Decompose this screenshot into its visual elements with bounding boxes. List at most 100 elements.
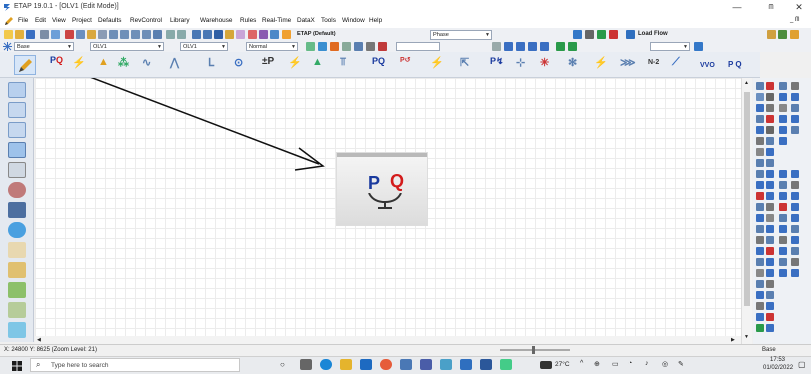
battery-tool-icon[interactable]	[8, 302, 26, 318]
rp-icon-11[interactable]	[766, 137, 774, 145]
rp-icon-40[interactable]	[756, 302, 764, 310]
table-icon[interactable]	[203, 30, 212, 39]
menu-revcontrol[interactable]: RevControl	[130, 17, 162, 24]
rp-icon-23[interactable]	[766, 203, 774, 211]
rp-col2-icon-15[interactable]	[791, 181, 799, 189]
rp-icon-26[interactable]	[756, 225, 764, 233]
save-icon[interactable]	[26, 30, 35, 39]
config-icon[interactable]	[225, 30, 234, 39]
rp-icon-30[interactable]	[756, 247, 764, 255]
rp-arrow-icon[interactable]	[766, 82, 774, 90]
rp-col2-icon-3[interactable]	[779, 93, 787, 101]
rp-col2-icon-5[interactable]	[779, 104, 787, 112]
stroke-icon[interactable]: ⟋	[672, 56, 680, 69]
close-button[interactable]: ✕	[788, 1, 810, 14]
rp-col2-icon-4[interactable]	[791, 93, 799, 101]
undo-icon[interactable]	[166, 30, 175, 39]
rp-icon-22[interactable]	[756, 203, 764, 211]
rp-icon-31[interactable]	[766, 247, 774, 255]
rp-col2-icon-18[interactable]	[779, 203, 787, 211]
word-icon[interactable]	[480, 359, 492, 370]
green-flag-icon[interactable]	[597, 30, 606, 39]
library-icon[interactable]	[259, 30, 268, 39]
contingency-icon[interactable]: ⚡	[594, 56, 608, 69]
rp-icon-36[interactable]	[756, 280, 764, 288]
horizontal-scrollbar[interactable]: ◀ ▶	[35, 336, 741, 344]
toolbar2-icon-a[interactable]	[306, 42, 315, 51]
rp-col2-icon-22[interactable]	[779, 225, 787, 233]
rp-icon-43[interactable]	[766, 313, 774, 321]
rp-col2-icon-31[interactable]	[791, 269, 799, 277]
rp-col2-icon-25[interactable]	[791, 236, 799, 244]
generator-icon[interactable]: ⊙	[234, 56, 243, 69]
panel-tool-icon[interactable]	[8, 242, 26, 258]
rp-col2-icon-27[interactable]	[791, 247, 799, 255]
pq-plus-icon[interactable]: ±P	[262, 56, 274, 67]
toolbar-icon-c[interactable]	[790, 30, 799, 39]
edit-pencil-button[interactable]	[14, 55, 36, 75]
rp-icon-45[interactable]	[766, 324, 774, 332]
pq-tool-label[interactable]: PQ	[50, 55, 63, 65]
menu-project[interactable]: Project	[72, 17, 92, 24]
rp-icon-2[interactable]	[756, 93, 764, 101]
toolbar2-icon-n[interactable]	[568, 42, 577, 51]
rp-col2-icon-29[interactable]	[791, 258, 799, 266]
zoom-fit-icon[interactable]	[131, 30, 140, 39]
transformer-icon[interactable]: ᒪ	[208, 56, 214, 69]
voltage-source-icon[interactable]: ▲	[312, 56, 323, 68]
toolbar2-icon-k[interactable]	[528, 42, 537, 51]
rp-icon-20[interactable]	[756, 192, 764, 200]
edge-icon[interactable]	[320, 359, 332, 370]
rp-icon-3[interactable]	[766, 93, 774, 101]
load-flow-study-icon[interactable]	[626, 30, 635, 39]
taskbar-app-icon-a[interactable]	[440, 359, 452, 370]
print-icon[interactable]	[40, 30, 49, 39]
red-flag-icon[interactable]	[609, 30, 618, 39]
paste-icon[interactable]	[87, 30, 96, 39]
rp-icon-27[interactable]	[766, 225, 774, 233]
rp-col2-icon-8[interactable]	[791, 115, 799, 123]
zoom-window-icon[interactable]	[142, 30, 151, 39]
minimize-button[interactable]: —	[726, 1, 748, 14]
menu-defaults[interactable]: Defaults	[98, 17, 121, 24]
menu-window[interactable]: Window	[342, 17, 365, 24]
rp-icon-7[interactable]	[766, 115, 774, 123]
rp-col2-icon-20[interactable]	[779, 214, 787, 222]
branch-star-icon[interactable]: ✻	[568, 56, 577, 69]
tray-icon-a[interactable]: ◎	[662, 360, 668, 368]
rp-icon-44[interactable]	[756, 324, 764, 332]
grid-icon[interactable]	[153, 30, 162, 39]
n2-label[interactable]: N-2	[648, 59, 659, 66]
bus-tool-icon[interactable]	[8, 82, 26, 98]
toolbar2-icon-l[interactable]	[540, 42, 549, 51]
rp-col2-icon-21[interactable]	[791, 214, 799, 222]
store-icon[interactable]	[400, 359, 412, 370]
phase-combo[interactable]: Phase ▼	[430, 30, 492, 40]
copy-icon[interactable]	[76, 30, 85, 39]
toolbar-icon-b[interactable]	[778, 30, 787, 39]
rp-col2-icon-12[interactable]	[779, 170, 787, 178]
rp-col2-icon-2[interactable]	[791, 82, 799, 90]
node-icon[interactable]: ⊹	[516, 56, 525, 69]
menu-library[interactable]: Library	[170, 17, 190, 24]
warning-triangle-icon[interactable]: ▲	[98, 56, 109, 68]
pq-relay-icon[interactable]: P↯	[490, 56, 504, 67]
presentation-combo[interactable]: OLV1 ▼	[90, 42, 164, 51]
menu-edit[interactable]: Edit	[35, 17, 46, 24]
zoom-out-icon[interactable]	[120, 30, 129, 39]
wind-tool-icon[interactable]	[8, 322, 26, 338]
pq-end-icon[interactable]: P Q	[728, 60, 742, 69]
rp-icon-6[interactable]	[756, 115, 764, 123]
zoom-in-icon[interactable]	[109, 30, 118, 39]
switch-icon[interactable]: ⇱	[460, 56, 469, 69]
rp-icon-29[interactable]	[766, 236, 774, 244]
teams-icon[interactable]	[420, 359, 432, 370]
rp-col2-icon-30[interactable]	[779, 269, 787, 277]
branch-icon[interactable]	[585, 30, 594, 39]
rp-icon-37[interactable]	[766, 280, 774, 288]
ground-tool-icon[interactable]	[8, 262, 26, 278]
rp-icon-14[interactable]	[756, 159, 764, 167]
firefox-icon[interactable]	[380, 359, 392, 370]
cable-icon[interactable]: ⋀	[170, 56, 179, 69]
file-explorer-icon[interactable]	[340, 359, 352, 370]
